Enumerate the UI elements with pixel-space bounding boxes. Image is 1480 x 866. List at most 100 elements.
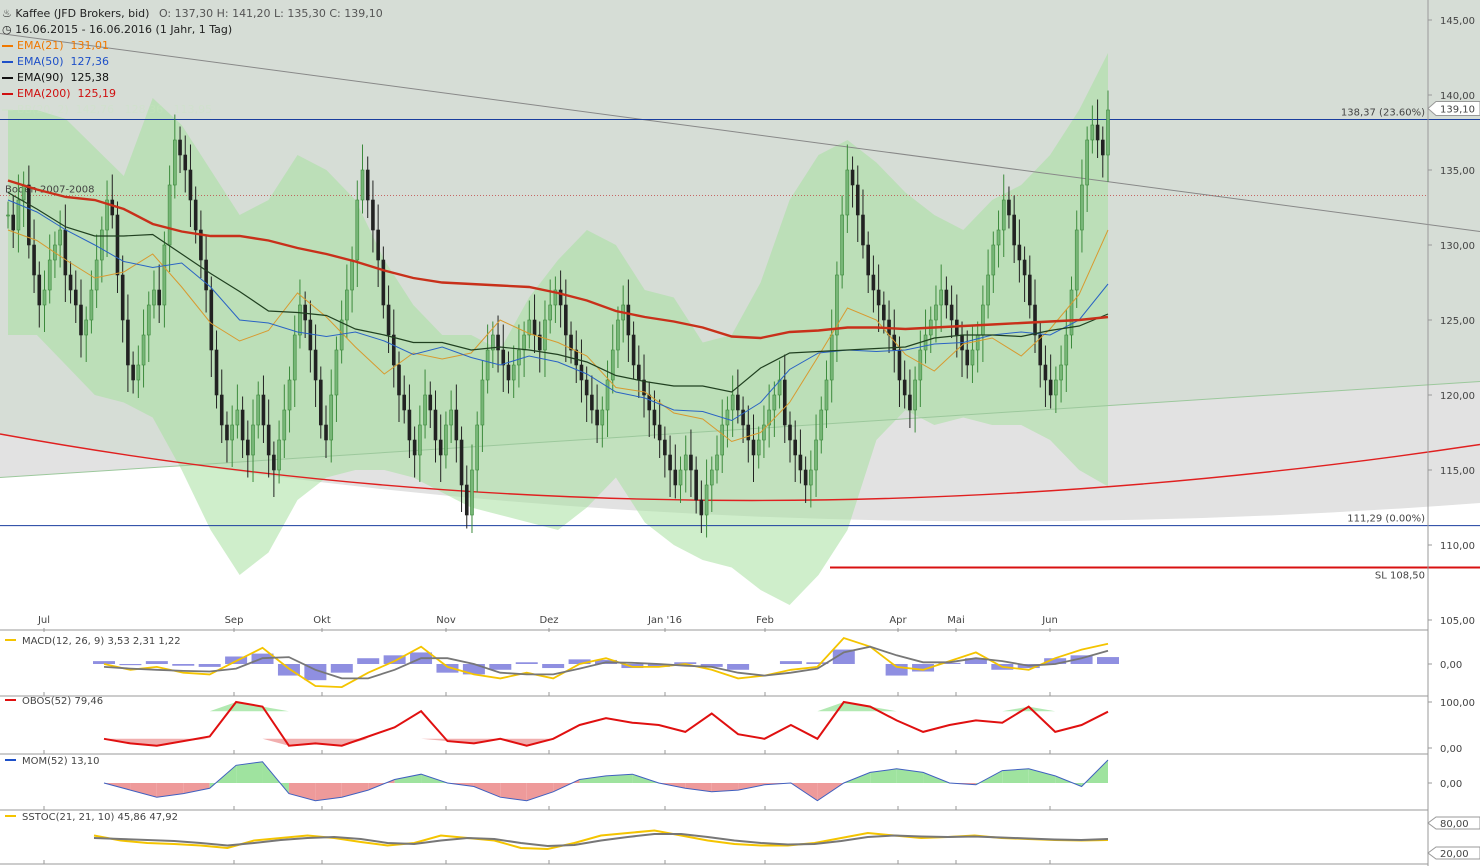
candle-body bbox=[162, 244, 167, 306]
candle-body bbox=[282, 409, 287, 441]
macd-hist-bar bbox=[119, 664, 142, 666]
candle-body bbox=[725, 409, 730, 426]
candle-body bbox=[131, 364, 135, 381]
candle-body bbox=[173, 139, 177, 186]
candle-body bbox=[1106, 109, 1110, 156]
candle-body bbox=[871, 274, 876, 291]
candle-body bbox=[376, 229, 380, 261]
candle-body bbox=[631, 334, 636, 366]
candle-body bbox=[480, 379, 485, 426]
candle-body bbox=[908, 394, 912, 411]
candle-body bbox=[277, 439, 281, 471]
legend-item[interactable]: EMA(21) 131,01 bbox=[2, 38, 109, 54]
candle-body bbox=[157, 289, 161, 306]
candle-body bbox=[407, 409, 412, 441]
macd-hist-bar bbox=[93, 661, 115, 664]
candle-body bbox=[657, 424, 662, 441]
candle-body bbox=[58, 229, 62, 246]
candle-body bbox=[63, 229, 68, 276]
fib-bottom-label: 111,29 (0.00%) bbox=[1347, 514, 1425, 525]
candle-body bbox=[913, 379, 917, 411]
candle-body bbox=[699, 499, 704, 516]
candle-body bbox=[73, 289, 78, 306]
legend-label: EMA(200) bbox=[17, 87, 71, 100]
candle-body bbox=[1001, 199, 1006, 231]
candle-body bbox=[709, 469, 714, 486]
legend-swatch bbox=[2, 93, 13, 95]
candle-body bbox=[272, 454, 276, 471]
candle-body bbox=[418, 424, 422, 456]
price-tick-label: 120,00 bbox=[1440, 391, 1475, 402]
time-tick-label: Nov bbox=[436, 615, 456, 626]
legend-swatch bbox=[2, 77, 13, 79]
stop-loss-label: SL 108,50 bbox=[1375, 571, 1425, 582]
candle-body bbox=[522, 334, 526, 351]
legend-item[interactable]: BB(20, 2) 142,76 128,36 113,95 bbox=[2, 102, 212, 118]
candle-body bbox=[1090, 124, 1095, 141]
indicator-tick-label: 0,00 bbox=[1440, 660, 1462, 671]
price-tick-label: 140,00 bbox=[1440, 91, 1475, 102]
candle-body bbox=[339, 319, 344, 351]
time-tick-label: Feb bbox=[756, 615, 774, 626]
candle-body bbox=[355, 199, 360, 261]
candle-body bbox=[861, 214, 865, 246]
period-text: 16.06.2015 - 16.06.2016 (1 Jahr, 1 Tag) bbox=[15, 23, 233, 36]
candle-body bbox=[756, 439, 761, 456]
legend-label: EMA(90) bbox=[17, 71, 64, 84]
legend-value: 142,76 128,36 113,95 bbox=[68, 103, 213, 116]
period-row: ◷ 16.06.2015 - 16.06.2016 (1 Jahr, 1 Tag… bbox=[2, 22, 232, 38]
candle-body bbox=[386, 304, 391, 336]
candle-body bbox=[1048, 379, 1053, 396]
candle-body bbox=[584, 379, 589, 396]
candle-body bbox=[209, 289, 214, 351]
candle-body bbox=[720, 424, 725, 456]
legend-value: 125,19 bbox=[70, 87, 117, 100]
macd-hist-bar bbox=[727, 664, 750, 670]
candle-body bbox=[251, 424, 255, 456]
candle-body bbox=[1043, 364, 1048, 381]
pane-legend-2: MOM(52) 13,10 bbox=[22, 756, 99, 767]
candle-body bbox=[772, 394, 777, 411]
candle-body bbox=[501, 349, 506, 366]
candle-body bbox=[444, 424, 448, 456]
candle-body bbox=[809, 469, 813, 486]
candle-body bbox=[219, 394, 224, 426]
legend-swatch bbox=[2, 45, 13, 47]
candle-body bbox=[412, 439, 417, 456]
legend-item[interactable]: EMA(90) 125,38 bbox=[2, 70, 109, 86]
candle-body bbox=[240, 409, 245, 441]
candle-body bbox=[235, 409, 240, 426]
candle-body bbox=[511, 364, 516, 381]
candle-body bbox=[683, 454, 688, 471]
candle-body bbox=[360, 169, 365, 201]
candle-body bbox=[47, 259, 52, 291]
candle-body bbox=[736, 394, 740, 411]
legend-item[interactable]: EMA(50) 127,36 bbox=[2, 54, 109, 70]
candle-body bbox=[381, 259, 386, 306]
legend-item[interactable]: EMA(200) 125,19 bbox=[2, 86, 116, 102]
candle-body bbox=[470, 469, 474, 516]
candle-body bbox=[647, 394, 652, 411]
candle-body bbox=[751, 439, 756, 456]
candle-body bbox=[397, 364, 401, 396]
macd-hist-bar bbox=[357, 658, 380, 664]
candle-body bbox=[803, 469, 808, 486]
legend-value: 125,38 bbox=[63, 71, 110, 84]
candle-body bbox=[1069, 289, 1074, 336]
candle-body bbox=[42, 289, 47, 306]
candle-body bbox=[423, 394, 427, 426]
candle-body bbox=[287, 379, 292, 411]
legend-label: BB(20, 2) bbox=[17, 103, 69, 116]
candle-body bbox=[616, 319, 620, 351]
chart-canvas[interactable]: 138,37 (23.60%)111,29 (0.00%)SL 108,50Bo… bbox=[0, 0, 1480, 866]
candle-body bbox=[1054, 379, 1058, 396]
candle-body bbox=[428, 394, 433, 411]
candle-body bbox=[626, 304, 631, 336]
legend-value: 131,01 bbox=[63, 39, 110, 52]
candle-body bbox=[188, 169, 193, 201]
candle-body bbox=[298, 304, 302, 336]
candle-body bbox=[391, 334, 396, 366]
candle-body bbox=[402, 394, 407, 411]
candle-body bbox=[136, 364, 141, 381]
ohlc-readout: O: 137,30 H: 141,20 L: 135,30 C: 139,10 bbox=[158, 7, 383, 20]
